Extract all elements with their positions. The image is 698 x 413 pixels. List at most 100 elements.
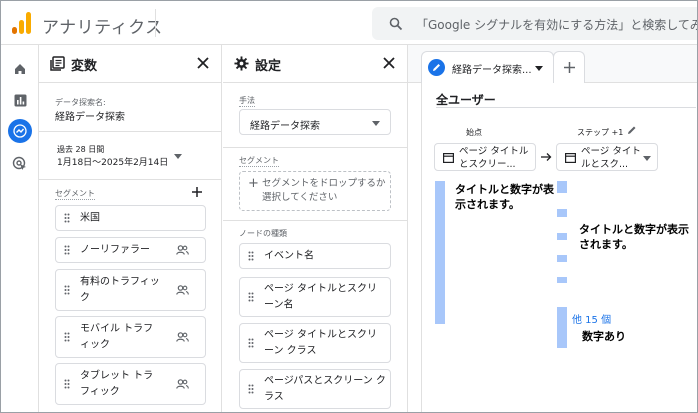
start-node-bar[interactable]: [435, 181, 445, 324]
people-icon: [176, 379, 189, 389]
dropdown-arrow-icon: [174, 154, 182, 159]
exploration-name[interactable]: 経路データ探索: [55, 108, 125, 123]
tab-menu-arrow-icon[interactable]: [535, 66, 543, 71]
segment-chip-label: モバイル トラフィック: [80, 323, 154, 351]
left-nav-rail: [1, 45, 39, 412]
path-canvas: 全ユーザー 始点 ステップ +1 ページ タイトルとスクリー... ページ タイ…: [421, 83, 697, 412]
step-node-bar[interactable]: [557, 277, 567, 283]
tab-path-exploration[interactable]: 経路データ探索...: [421, 51, 554, 83]
search-bar[interactable]: 「Google シグナルを有効にする方法」と検索してみてく: [372, 7, 697, 40]
page-icon: [443, 153, 454, 163]
top-bar: アナリティクス 「Google シグナルを有効にする方法」と検索してみてく: [1, 1, 697, 45]
divider: [436, 107, 696, 108]
advertising-icon[interactable]: [8, 152, 32, 176]
node-chip-label: ページ タイトルとスクリーン クラス: [264, 329, 377, 357]
drag-handle-icon[interactable]: [248, 338, 254, 348]
node-chip-label: イベント名: [264, 250, 314, 262]
people-icon: [176, 245, 189, 255]
explore-icon[interactable]: [8, 119, 32, 143]
analytics-logo: [11, 12, 33, 34]
settings-panel: 設定 手法 経路データ探索 セグメント + セグメントをドロップするか選択してく…: [223, 45, 408, 412]
drag-handle-icon[interactable]: [248, 251, 254, 261]
annotation-title-numbers: タイトルと数字が表示されます。: [455, 183, 554, 211]
plus-icon: +: [248, 176, 259, 191]
close-icon[interactable]: [381, 55, 397, 71]
segment-comparison-label: セグメント: [239, 156, 279, 167]
step-node-bar[interactable]: [557, 181, 567, 193]
arrow-right-icon: [541, 153, 552, 161]
step-node-label: ページ タイトルとスク...: [581, 146, 641, 170]
segment-chip-paid-traffic[interactable]: 有料のトラフィック: [55, 269, 206, 311]
technique-value: 経路データ探索: [250, 121, 320, 132]
app-title: アナリティクス: [42, 18, 163, 38]
node-chip-label: ページパスとスクリーン クラス: [264, 375, 386, 403]
drag-handle-icon[interactable]: [64, 332, 70, 342]
segment-chip-label: 有料のトラフィック: [80, 276, 160, 304]
divider: [39, 179, 222, 180]
add-segment-icon[interactable]: [191, 186, 203, 198]
segment-chip-mobile-traffic[interactable]: モバイル トラフィック: [55, 316, 206, 358]
dropdown-arrow-icon: [372, 121, 380, 126]
drag-handle-icon[interactable]: [64, 285, 70, 295]
segment-chip-label: タブレット トラフィック: [80, 370, 154, 398]
node-chip-page-title-screen-class[interactable]: ページ タイトルとスクリーン クラス: [239, 323, 391, 363]
drag-handle-icon[interactable]: [64, 245, 70, 255]
drag-handle-icon[interactable]: [248, 292, 254, 302]
exploration-name-label: データ探索名:: [55, 98, 106, 107]
annotation-title-numbers: タイトルと数字が表示されます。: [579, 223, 689, 251]
segment-chip-label: ノーリファラー: [80, 244, 150, 256]
search-input[interactable]: 「Google シグナルを有効にする方法」と検索してみてく: [416, 16, 697, 33]
more-nodes-link[interactable]: 他 15 個: [572, 311, 611, 326]
divider: [223, 147, 408, 148]
step-label: ステップ +1: [577, 128, 624, 137]
step-node-bar-other[interactable]: [557, 307, 567, 348]
title-divider: [155, 9, 156, 37]
divider: [39, 131, 222, 132]
node-chip-page-title-screen-name[interactable]: ページ タイトルとスクリーン名: [239, 277, 391, 317]
home-icon[interactable]: [8, 57, 32, 81]
step-node-bar[interactable]: [557, 233, 567, 240]
node-chip-event-name[interactable]: イベント名: [239, 243, 391, 269]
segment-drop-text: セグメントをドロップするか選択してください: [262, 178, 386, 203]
close-icon[interactable]: [195, 55, 211, 71]
edit-pencil-icon: [428, 59, 445, 76]
variables-icon: [50, 56, 65, 71]
page-icon: [565, 153, 576, 163]
step-node-bar[interactable]: [557, 209, 567, 217]
analytics-window: アナリティクス 「Google シグナルを有効にする方法」と検索してみてく 変数…: [0, 0, 698, 413]
start-node-select[interactable]: ページ タイトルとスクリー...: [434, 143, 536, 171]
exploration-tab-bar: 経路データ探索...: [408, 45, 697, 83]
start-point-label: 始点: [466, 128, 482, 137]
technique-select[interactable]: 経路データ探索: [239, 109, 391, 135]
variables-panel: 変数 データ探索名: 経路データ探索 過去 28 日間 1月18日～2025年2…: [39, 45, 222, 412]
annotation-numbers: 数字あり: [582, 330, 626, 343]
search-icon: [389, 17, 403, 31]
segment-chip-no-referrer[interactable]: ノーリファラー: [55, 237, 206, 263]
people-icon: [176, 285, 189, 295]
step-node-select[interactable]: ページ タイトルとスク...: [556, 143, 658, 171]
variables-title: 変数: [71, 59, 98, 74]
segment-chip-tablet-traffic[interactable]: タブレット トラフィック: [55, 363, 206, 405]
drag-handle-icon[interactable]: [248, 384, 254, 394]
node-chip-label: ページ タイトルとスクリーン名: [264, 283, 377, 311]
add-tab-button[interactable]: [553, 51, 585, 83]
segment-chip-us[interactable]: 米国: [55, 205, 206, 231]
segments-label: セグメント: [55, 189, 95, 200]
drag-handle-icon[interactable]: [64, 213, 70, 223]
edit-icon[interactable]: [627, 125, 637, 135]
reports-icon[interactable]: [8, 88, 32, 112]
date-range-value: 1月18日～2025年2月14日: [57, 158, 169, 168]
segment-name: 全ユーザー: [436, 93, 496, 107]
segment-chip-label: 米国: [80, 212, 100, 224]
node-chip-page-path-screen-class[interactable]: ページパスとスクリーン クラス: [239, 369, 391, 409]
segment-drop-zone[interactable]: + セグメントをドロップするか選択してください: [239, 171, 391, 211]
drag-handle-icon[interactable]: [64, 379, 70, 389]
technique-label: 手法: [239, 96, 255, 107]
settings-title: 設定: [255, 59, 282, 74]
settings-header: 設定: [223, 45, 407, 83]
node-type-label: ノードの種類: [239, 229, 287, 238]
step-node-bar[interactable]: [557, 255, 567, 262]
plus-icon: [564, 62, 575, 73]
date-range-picker[interactable]: 過去 28 日間 1月18日～2025年2月14日: [39, 137, 222, 177]
divider: [223, 220, 408, 221]
